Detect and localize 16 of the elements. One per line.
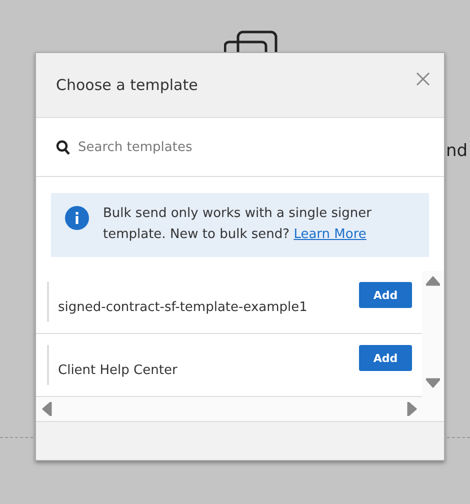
add-button[interactable]: Add (359, 282, 412, 308)
search-icon (56, 140, 70, 154)
scroll-up-icon[interactable] (426, 275, 440, 287)
vertical-scrollbar[interactable] (422, 271, 444, 397)
dialog-title: Choose a template (56, 76, 198, 94)
info-message: Bulk send only works with a single signer template. New to bulk send? Learn More (103, 205, 372, 244)
background-text: nd (446, 141, 468, 161)
templates-icon (224, 30, 280, 54)
horizontal-scrollbar[interactable] (36, 397, 444, 422)
close-button[interactable] (416, 72, 430, 86)
info-icon (65, 206, 89, 230)
learn-more-link[interactable]: Learn More (294, 227, 366, 242)
scroll-left-icon[interactable] (41, 402, 53, 416)
scroll-down-icon[interactable] (426, 377, 440, 389)
add-button[interactable]: Add (359, 345, 412, 371)
scroll-right-icon[interactable] (406, 402, 418, 416)
